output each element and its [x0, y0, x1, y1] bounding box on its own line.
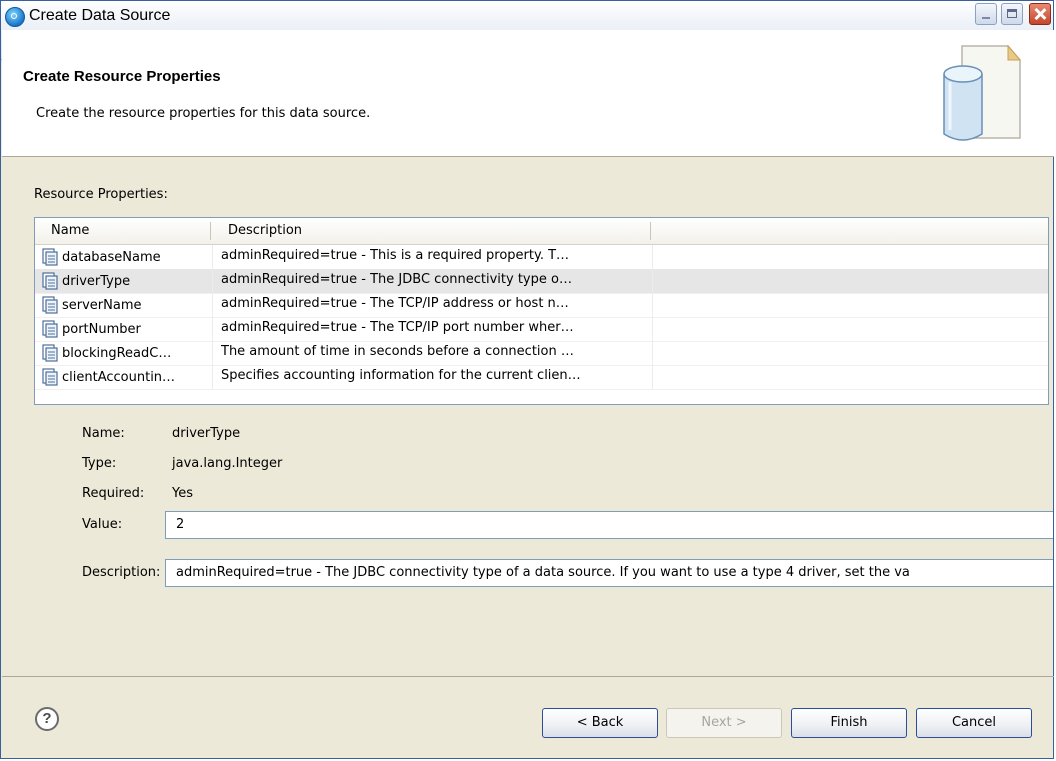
table-row[interactable]: serverName adminRequired=true - The TCP/I… [35, 293, 1048, 318]
dialog-window: Create Data Source Create Resource Prope… [0, 0, 1054, 759]
table-row[interactable]: blockingReadC… The amount of time in seco… [35, 341, 1048, 366]
cancel-button[interactable]: Cancel [916, 708, 1032, 738]
property-name-cell: driverType [41, 272, 209, 290]
table-row[interactable]: databaseName adminRequired=true - This is… [35, 245, 1048, 270]
property-description: adminRequired=true - The TCP/IP address … [221, 296, 569, 311]
name-value: driverType [172, 426, 241, 441]
property-name-cell: clientAccountin… [41, 368, 209, 386]
property-name: serverName [62, 297, 142, 313]
back-button[interactable]: < Back [542, 708, 658, 738]
table-header: Name Description [35, 218, 1048, 245]
property-name-cell: databaseName [41, 248, 209, 266]
required-value: Yes [172, 486, 193, 501]
cell-divider [652, 341, 653, 365]
cell-divider [652, 317, 653, 341]
type-value: java.lang.Integer [172, 456, 283, 471]
property-icon [42, 368, 58, 386]
maximize-button[interactable] [1001, 3, 1023, 25]
cell-divider [212, 245, 213, 269]
footer-divider [2, 676, 1054, 677]
property-name: portNumber [62, 321, 141, 337]
description-field[interactable]: adminRequired=true - The JDBC connectivi… [165, 559, 1053, 587]
resource-properties-label: Resource Properties: [34, 187, 168, 202]
property-name-cell: portNumber [41, 320, 209, 338]
header-banner: Create Resource Properties Create the re… [2, 30, 1054, 157]
cell-divider [212, 365, 213, 389]
resource-properties-table[interactable]: Name Description databaseName adminRequir… [34, 217, 1049, 405]
cell-divider [212, 293, 213, 317]
property-description: adminRequired=true - The TCP/IP port num… [221, 320, 574, 335]
column-header-name[interactable]: Name [51, 223, 89, 238]
required-label: Required: [82, 486, 145, 501]
property-icon [42, 248, 58, 266]
cell-divider [652, 293, 653, 317]
table-row[interactable]: clientAccountin… Specifies accounting inf… [35, 365, 1048, 390]
property-name: blockingReadC… [62, 345, 172, 361]
property-icon [42, 296, 58, 314]
page-subtitle: Create the resource properties for this … [36, 106, 371, 121]
cell-divider [652, 245, 653, 269]
finish-button[interactable]: Finish [791, 708, 907, 738]
property-description: The amount of time in seconds before a c… [221, 344, 574, 359]
property-icon [42, 272, 58, 290]
app-icon [5, 7, 25, 27]
cell-divider [652, 269, 653, 293]
property-description: Specifies accounting information for the… [221, 368, 581, 383]
page-title: Create Resource Properties [23, 68, 221, 85]
property-name: clientAccountin… [62, 369, 176, 385]
database-icon [943, 44, 1022, 141]
description-label: Description: [82, 565, 161, 580]
property-icon [42, 320, 58, 338]
column-header-description[interactable]: Description [228, 223, 302, 238]
cell-divider [212, 317, 213, 341]
cell-divider [212, 269, 213, 293]
cell-divider [212, 341, 213, 365]
column-divider[interactable] [210, 222, 211, 240]
type-label: Type: [82, 456, 117, 471]
value-label: Value: [82, 517, 123, 532]
minimize-button[interactable] [975, 3, 997, 25]
table-row[interactable]: portNumber adminRequired=true - The TCP/I… [35, 317, 1048, 342]
table-row[interactable]: driverType adminRequired=true - The JDBC … [35, 269, 1048, 294]
cell-divider [652, 365, 653, 389]
value-input[interactable]: 2 [165, 511, 1053, 539]
column-divider[interactable] [650, 222, 651, 240]
close-button[interactable] [1029, 3, 1051, 25]
property-name-cell: serverName [41, 296, 209, 314]
property-description: adminRequired=true - The JDBC connectivi… [221, 272, 572, 287]
property-name: databaseName [62, 249, 161, 265]
property-description: adminRequired=true - This is a required … [221, 248, 570, 263]
property-name-cell: blockingReadC… [41, 344, 209, 362]
property-name: driverType [62, 273, 131, 289]
name-label: Name: [82, 426, 125, 441]
window-title: Create Data Source [29, 7, 171, 24]
property-icon [42, 344, 58, 362]
next-button[interactable]: Next > [666, 708, 782, 738]
help-icon[interactable]: ? [35, 707, 59, 731]
